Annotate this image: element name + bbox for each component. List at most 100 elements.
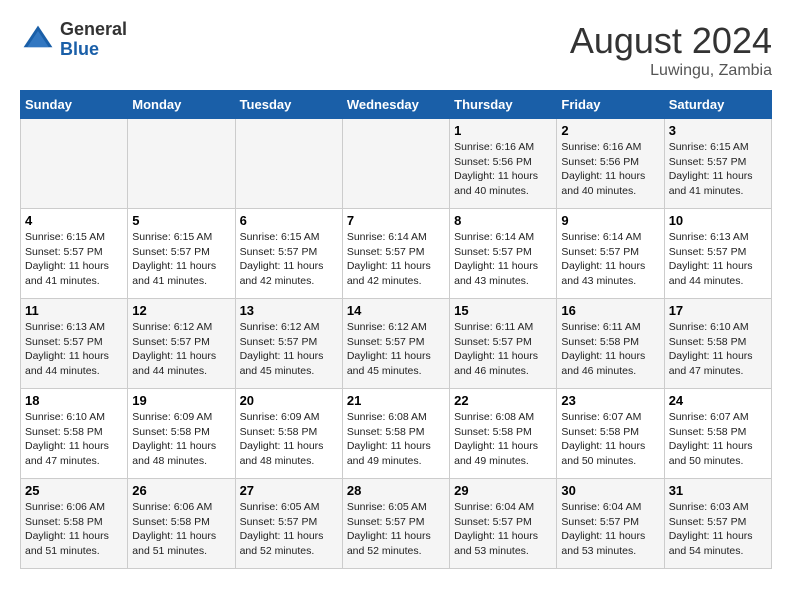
day-info: Sunrise: 6:15 AMSunset: 5:57 PMDaylight:…	[669, 140, 767, 199]
logo-general: General	[60, 19, 127, 39]
day-number: 22	[454, 393, 552, 408]
weekday-header-tuesday: Tuesday	[235, 91, 342, 119]
calendar-cell: 28 Sunrise: 6:05 AMSunset: 5:57 PMDayligh…	[342, 479, 449, 569]
logo: General Blue	[20, 20, 127, 60]
day-number: 15	[454, 303, 552, 318]
day-number: 12	[132, 303, 230, 318]
calendar-cell: 13 Sunrise: 6:12 AMSunset: 5:57 PMDayligh…	[235, 299, 342, 389]
day-info: Sunrise: 6:14 AMSunset: 5:57 PMDaylight:…	[561, 230, 659, 289]
day-number: 23	[561, 393, 659, 408]
day-info: Sunrise: 6:04 AMSunset: 5:57 PMDaylight:…	[561, 500, 659, 559]
day-number: 25	[25, 483, 123, 498]
day-number: 13	[240, 303, 338, 318]
logo-blue: Blue	[60, 39, 99, 59]
day-number: 26	[132, 483, 230, 498]
logo-icon	[20, 22, 56, 58]
day-info: Sunrise: 6:07 AMSunset: 5:58 PMDaylight:…	[669, 410, 767, 469]
day-number: 19	[132, 393, 230, 408]
calendar-cell: 25 Sunrise: 6:06 AMSunset: 5:58 PMDayligh…	[21, 479, 128, 569]
day-info: Sunrise: 6:10 AMSunset: 5:58 PMDaylight:…	[25, 410, 123, 469]
day-number: 8	[454, 213, 552, 228]
calendar-cell: 2 Sunrise: 6:16 AMSunset: 5:56 PMDaylight…	[557, 119, 664, 209]
day-number: 4	[25, 213, 123, 228]
calendar-cell: 24 Sunrise: 6:07 AMSunset: 5:58 PMDayligh…	[664, 389, 771, 479]
day-number: 18	[25, 393, 123, 408]
day-info: Sunrise: 6:08 AMSunset: 5:58 PMDaylight:…	[347, 410, 445, 469]
day-info: Sunrise: 6:06 AMSunset: 5:58 PMDaylight:…	[132, 500, 230, 559]
calendar-cell	[21, 119, 128, 209]
week-row-5: 25 Sunrise: 6:06 AMSunset: 5:58 PMDayligh…	[21, 479, 772, 569]
calendar-cell: 19Sunrise: 6:09 AMSunset: 5:58 PMDayligh…	[128, 389, 235, 479]
week-row-4: 18 Sunrise: 6:10 AMSunset: 5:58 PMDayligh…	[21, 389, 772, 479]
day-number: 30	[561, 483, 659, 498]
day-number: 16	[561, 303, 659, 318]
logo-text: General Blue	[60, 20, 127, 60]
day-info: Sunrise: 6:04 AMSunset: 5:57 PMDaylight:…	[454, 500, 552, 559]
day-number: 31	[669, 483, 767, 498]
weekday-header-saturday: Saturday	[664, 91, 771, 119]
day-info: Sunrise: 6:12 AMSunset: 5:57 PMDaylight:…	[347, 320, 445, 379]
day-number: 24	[669, 393, 767, 408]
day-number: 9	[561, 213, 659, 228]
day-number: 3	[669, 123, 767, 138]
calendar-cell: 16 Sunrise: 6:11 AMSunset: 5:58 PMDayligh…	[557, 299, 664, 389]
calendar-cell: 21Sunrise: 6:08 AMSunset: 5:58 PMDayligh…	[342, 389, 449, 479]
day-info: Sunrise: 6:13 AMSunset: 5:57 PMDaylight:…	[25, 320, 123, 379]
week-row-3: 11 Sunrise: 6:13 AMSunset: 5:57 PMDayligh…	[21, 299, 772, 389]
month-year: August 2024	[570, 20, 772, 62]
weekday-header-friday: Friday	[557, 91, 664, 119]
calendar-cell: 23 Sunrise: 6:07 AMSunset: 5:58 PMDayligh…	[557, 389, 664, 479]
day-info: Sunrise: 6:08 AMSunset: 5:58 PMDaylight:…	[454, 410, 552, 469]
weekday-header-monday: Monday	[128, 91, 235, 119]
day-info: Sunrise: 6:11 AMSunset: 5:58 PMDaylight:…	[561, 320, 659, 379]
day-number: 10	[669, 213, 767, 228]
calendar-cell: 11 Sunrise: 6:13 AMSunset: 5:57 PMDayligh…	[21, 299, 128, 389]
day-info: Sunrise: 6:12 AMSunset: 5:57 PMDaylight:…	[132, 320, 230, 379]
page-header: General Blue August 2024 Luwingu, Zambia	[20, 20, 772, 80]
calendar-cell: 1 Sunrise: 6:16 AMSunset: 5:56 PMDaylight…	[450, 119, 557, 209]
calendar-cell: 3 Sunrise: 6:15 AMSunset: 5:57 PMDaylight…	[664, 119, 771, 209]
day-info: Sunrise: 6:07 AMSunset: 5:58 PMDaylight:…	[561, 410, 659, 469]
day-info: Sunrise: 6:12 AMSunset: 5:57 PMDaylight:…	[240, 320, 338, 379]
calendar-cell: 22 Sunrise: 6:08 AMSunset: 5:58 PMDayligh…	[450, 389, 557, 479]
calendar-cell: 6Sunrise: 6:15 AMSunset: 5:57 PMDaylight…	[235, 209, 342, 299]
day-info: Sunrise: 6:10 AMSunset: 5:58 PMDaylight:…	[669, 320, 767, 379]
week-row-2: 4 Sunrise: 6:15 AMSunset: 5:57 PMDaylight…	[21, 209, 772, 299]
day-number: 5	[132, 213, 230, 228]
day-info: Sunrise: 6:06 AMSunset: 5:58 PMDaylight:…	[25, 500, 123, 559]
weekday-header-wednesday: Wednesday	[342, 91, 449, 119]
calendar-cell	[342, 119, 449, 209]
calendar-cell: 30 Sunrise: 6:04 AMSunset: 5:57 PMDayligh…	[557, 479, 664, 569]
calendar-cell: 26 Sunrise: 6:06 AMSunset: 5:58 PMDayligh…	[128, 479, 235, 569]
day-info: Sunrise: 6:13 AMSunset: 5:57 PMDaylight:…	[669, 230, 767, 289]
calendar-cell: 18 Sunrise: 6:10 AMSunset: 5:58 PMDayligh…	[21, 389, 128, 479]
day-number: 20	[240, 393, 338, 408]
day-number: 17	[669, 303, 767, 318]
calendar-cell	[128, 119, 235, 209]
day-number: 11	[25, 303, 123, 318]
day-info: Sunrise: 6:05 AMSunset: 5:57 PMDaylight:…	[240, 500, 338, 559]
day-info: Sunrise: 6:15 AMSunset: 5:57 PMDaylight:…	[25, 230, 123, 289]
day-info: Sunrise: 6:03 AMSunset: 5:57 PMDaylight:…	[669, 500, 767, 559]
day-info: Sunrise: 6:14 AMSunset: 5:57 PMDaylight:…	[347, 230, 445, 289]
day-info: Sunrise: 6:05 AMSunset: 5:57 PMDaylight:…	[347, 500, 445, 559]
location: Luwingu, Zambia	[570, 62, 772, 80]
calendar-cell: 31 Sunrise: 6:03 AMSunset: 5:57 PMDayligh…	[664, 479, 771, 569]
day-info: Sunrise: 6:15 AMSunset: 5:57 PMDaylight:…	[132, 230, 230, 289]
calendar-cell: 14 Sunrise: 6:12 AMSunset: 5:57 PMDayligh…	[342, 299, 449, 389]
day-info: Sunrise: 6:16 AMSunset: 5:56 PMDaylight:…	[561, 140, 659, 199]
day-number: 1	[454, 123, 552, 138]
day-number: 29	[454, 483, 552, 498]
day-info: Sunrise: 6:16 AMSunset: 5:56 PMDaylight:…	[454, 140, 552, 199]
calendar-cell: 7Sunrise: 6:14 AMSunset: 5:57 PMDaylight…	[342, 209, 449, 299]
weekday-header-thursday: Thursday	[450, 91, 557, 119]
calendar-cell: 15Sunrise: 6:11 AMSunset: 5:57 PMDayligh…	[450, 299, 557, 389]
day-number: 14	[347, 303, 445, 318]
calendar-cell: 10 Sunrise: 6:13 AMSunset: 5:57 PMDayligh…	[664, 209, 771, 299]
day-number: 28	[347, 483, 445, 498]
week-row-1: 1 Sunrise: 6:16 AMSunset: 5:56 PMDaylight…	[21, 119, 772, 209]
calendar-cell: 27Sunrise: 6:05 AMSunset: 5:57 PMDayligh…	[235, 479, 342, 569]
day-number: 2	[561, 123, 659, 138]
weekday-header-row: SundayMondayTuesdayWednesdayThursdayFrid…	[21, 91, 772, 119]
calendar-cell: 9 Sunrise: 6:14 AMSunset: 5:57 PMDaylight…	[557, 209, 664, 299]
